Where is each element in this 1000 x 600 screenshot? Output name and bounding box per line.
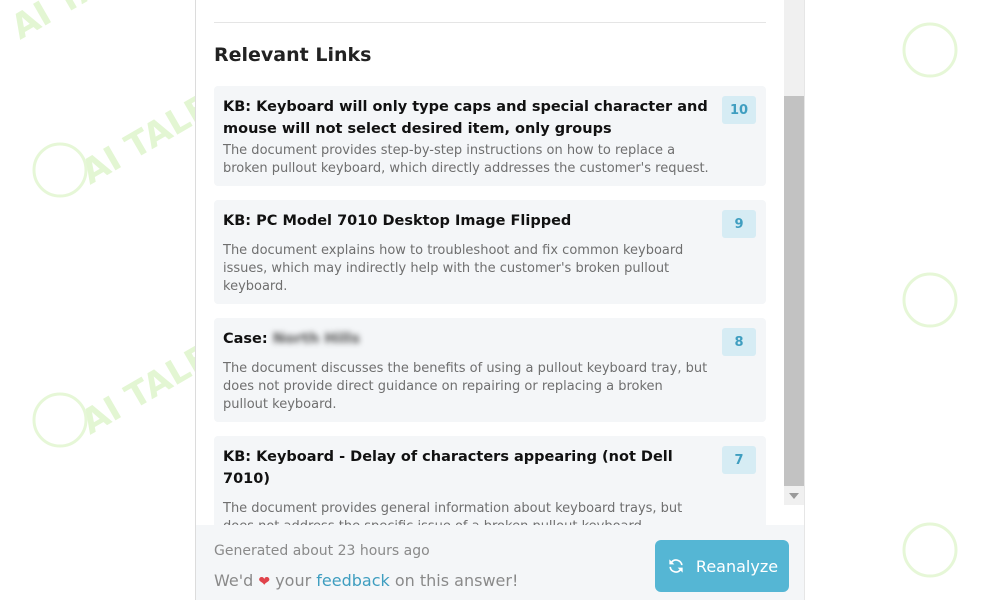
link-title[interactable]: Case: North Hills [223, 328, 710, 350]
case-prefix: Case: [223, 331, 268, 347]
link-title[interactable]: KB: Keyboard - Delay of characters appea… [223, 446, 710, 490]
link-card-2[interactable]: KB: PC Model 7010 Desktop Image Flipped … [214, 200, 766, 304]
link-title[interactable]: KB: PC Model 7010 Desktop Image Flipped [223, 210, 710, 232]
scrollbar-thumb[interactable] [784, 96, 804, 486]
feedback-prompt: We'd ❤ your feedback on this answer! [214, 571, 518, 590]
results-panel: Relevant Links KB: Keyboard will only ty… [195, 0, 805, 600]
heart-icon: ❤ [258, 574, 271, 590]
refresh-icon [669, 559, 683, 573]
redacted-case-name: North Hills [272, 331, 360, 347]
answer-footer: Generated about 23 hours ago We'd ❤ your… [196, 525, 804, 600]
feedback-prefix: We'd [214, 571, 254, 590]
relevance-score-badge: 8 [722, 328, 756, 356]
generated-timestamp: Generated about 23 hours ago [214, 543, 430, 559]
section-title: Relevant Links [214, 44, 372, 66]
reanalyze-label: Reanalyze [695, 556, 779, 576]
link-title[interactable]: KB: Keyboard will only type caps and spe… [223, 96, 710, 140]
link-description: The document provides step-by-step instr… [223, 143, 709, 176]
relevant-links-list: KB: Keyboard will only type caps and spe… [214, 86, 766, 558]
link-description: The document explains how to troubleshoo… [223, 243, 684, 294]
vertical-scrollbar[interactable] [784, 0, 804, 505]
feedback-link[interactable]: feedback [316, 571, 390, 590]
link-card-1[interactable]: KB: Keyboard will only type caps and spe… [214, 86, 766, 186]
link-card-3[interactable]: Case: North Hills The document discusses… [214, 318, 766, 422]
relevance-score-badge: 7 [722, 446, 756, 474]
feedback-middle: your [275, 571, 312, 590]
relevance-score-badge: 9 [722, 210, 756, 238]
divider [214, 22, 766, 23]
reanalyze-button[interactable]: Reanalyze [655, 540, 789, 592]
feedback-suffix: on this answer! [394, 571, 519, 590]
scroll-down-arrow-icon[interactable] [789, 493, 799, 499]
link-description: The document discusses the benefits of u… [223, 361, 708, 412]
relevance-score-badge: 10 [722, 96, 756, 124]
